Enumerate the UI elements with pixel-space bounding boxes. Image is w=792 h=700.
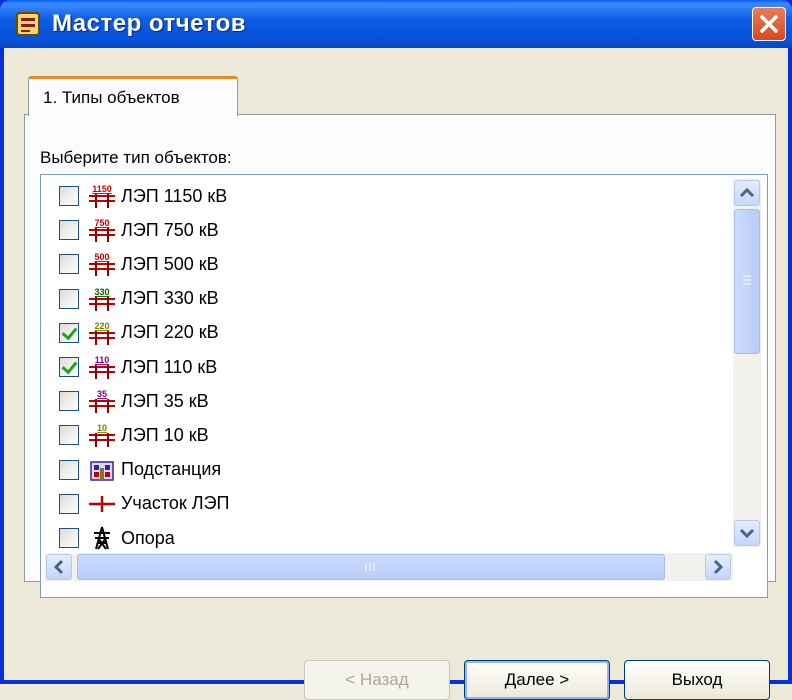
svg-text:10: 10 bbox=[97, 423, 107, 433]
vertical-scrollbar[interactable] bbox=[733, 179, 761, 547]
object-type-prompt: Выберите тип объектов: bbox=[40, 148, 232, 167]
list-item[interactable]: 35 ЛЭП 35 кВ bbox=[59, 388, 209, 414]
item-label: ЛЭП 330 кВ bbox=[121, 288, 219, 309]
item-checkbox[interactable] bbox=[59, 528, 79, 548]
exit-button[interactable]: Выход bbox=[624, 660, 770, 700]
chevron-left-icon bbox=[53, 559, 64, 575]
substation-icon bbox=[90, 460, 114, 481]
item-checkbox[interactable] bbox=[59, 186, 79, 206]
svg-text:330: 330 bbox=[94, 287, 109, 297]
horizontal-scroll-thumb[interactable] bbox=[77, 554, 665, 580]
list-item[interactable]: Подстанция bbox=[59, 457, 221, 483]
scroll-left-button[interactable] bbox=[46, 554, 72, 580]
item-checkbox[interactable] bbox=[59, 493, 79, 514]
next-button[interactable]: Далее > bbox=[464, 660, 610, 700]
close-icon bbox=[760, 15, 778, 33]
scroll-right-button[interactable] bbox=[705, 554, 731, 580]
item-label: ЛЭП 500 кВ bbox=[121, 253, 219, 274]
vertical-scroll-thumb[interactable] bbox=[734, 209, 760, 354]
grip-icon bbox=[365, 563, 375, 571]
tab-object-types[interactable]: 1. Типы объектов bbox=[28, 76, 238, 116]
svg-text:1150: 1150 bbox=[92, 184, 112, 194]
item-label: ЛЭП 220 кВ bbox=[121, 322, 219, 343]
close-button[interactable] bbox=[752, 7, 786, 41]
item-checkbox[interactable] bbox=[59, 254, 79, 275]
chevron-right-icon bbox=[713, 559, 724, 575]
scroll-up-button[interactable] bbox=[734, 180, 760, 206]
back-button[interactable]: < Назад bbox=[304, 660, 450, 700]
pylon-icon bbox=[94, 526, 110, 550]
list-item[interactable]: 220 ЛЭП 220 кВ bbox=[59, 320, 219, 346]
item-label: ЛЭП 10 кВ bbox=[121, 424, 209, 445]
list-item[interactable]: 1150 ЛЭП 1150 кВ bbox=[59, 183, 227, 209]
object-type-list[interactable]: 1150 ЛЭП 1150 кВ 750 ЛЭП 750 кВ 500 ЛЭП … bbox=[40, 174, 768, 598]
item-label: Подстанция bbox=[121, 459, 222, 480]
item-checkbox[interactable] bbox=[59, 322, 79, 343]
item-label: ЛЭП 110 кВ bbox=[121, 356, 218, 377]
svg-text:35: 35 bbox=[97, 389, 107, 399]
item-checkbox[interactable] bbox=[59, 357, 79, 377]
item-label: ЛЭП 750 кВ bbox=[121, 219, 219, 240]
list-item[interactable]: 500 ЛЭП 500 кВ bbox=[59, 251, 219, 277]
power-line-icon: 35 bbox=[89, 389, 115, 414]
list-item[interactable]: 110 ЛЭП 110 кВ bbox=[59, 354, 217, 380]
power-line-icon: 330 bbox=[89, 287, 115, 311]
tab-label: 1. Типы объектов bbox=[43, 88, 180, 107]
item-label: Опора bbox=[121, 527, 175, 548]
grip-icon bbox=[743, 275, 751, 285]
power-line-icon: 750 bbox=[89, 218, 115, 243]
svg-text:220: 220 bbox=[94, 321, 109, 331]
item-label: ЛЭП 35 кВ bbox=[121, 390, 209, 411]
item-checkbox[interactable] bbox=[59, 459, 79, 480]
power-line-icon: 10 bbox=[89, 423, 115, 448]
svg-text:500: 500 bbox=[94, 252, 109, 262]
list-item[interactable]: 750 ЛЭП 750 кВ bbox=[59, 217, 219, 243]
list-item[interactable]: Опора bbox=[59, 525, 175, 551]
power-line-icon: 110 bbox=[89, 355, 115, 379]
list-item[interactable]: 10 ЛЭП 10 кВ bbox=[59, 422, 209, 448]
svg-text:110: 110 bbox=[95, 355, 110, 365]
scroll-down-button[interactable] bbox=[734, 520, 760, 546]
chevron-down-icon bbox=[739, 528, 755, 539]
item-label: Участок ЛЭП bbox=[121, 493, 230, 514]
item-checkbox[interactable] bbox=[59, 425, 79, 446]
item-checkbox[interactable] bbox=[59, 288, 79, 309]
svg-text:750: 750 bbox=[94, 218, 109, 228]
item-checkbox[interactable] bbox=[59, 220, 79, 241]
horizontal-scrollbar[interactable] bbox=[45, 553, 733, 581]
report-wizard-icon bbox=[16, 12, 40, 36]
item-checkbox[interactable] bbox=[59, 391, 79, 412]
item-label: ЛЭП 1150 кВ bbox=[121, 185, 228, 206]
power-line-icon: 1150 bbox=[89, 184, 115, 208]
window-title: Мастер отчетов bbox=[52, 10, 247, 37]
power-line-icon: 500 bbox=[89, 252, 115, 277]
report-wizard-window: Мастер отчетов 1. Типы объектов < Назад … bbox=[0, 0, 792, 700]
list-item[interactable]: 330 ЛЭП 330 кВ bbox=[59, 286, 219, 312]
title-bar[interactable]: Мастер отчетов bbox=[0, 0, 792, 48]
chevron-up-icon bbox=[739, 187, 755, 198]
power-line-icon: 220 bbox=[89, 321, 115, 345]
list-item[interactable]: Участок ЛЭП bbox=[59, 491, 229, 517]
line-section-icon bbox=[89, 495, 115, 512]
